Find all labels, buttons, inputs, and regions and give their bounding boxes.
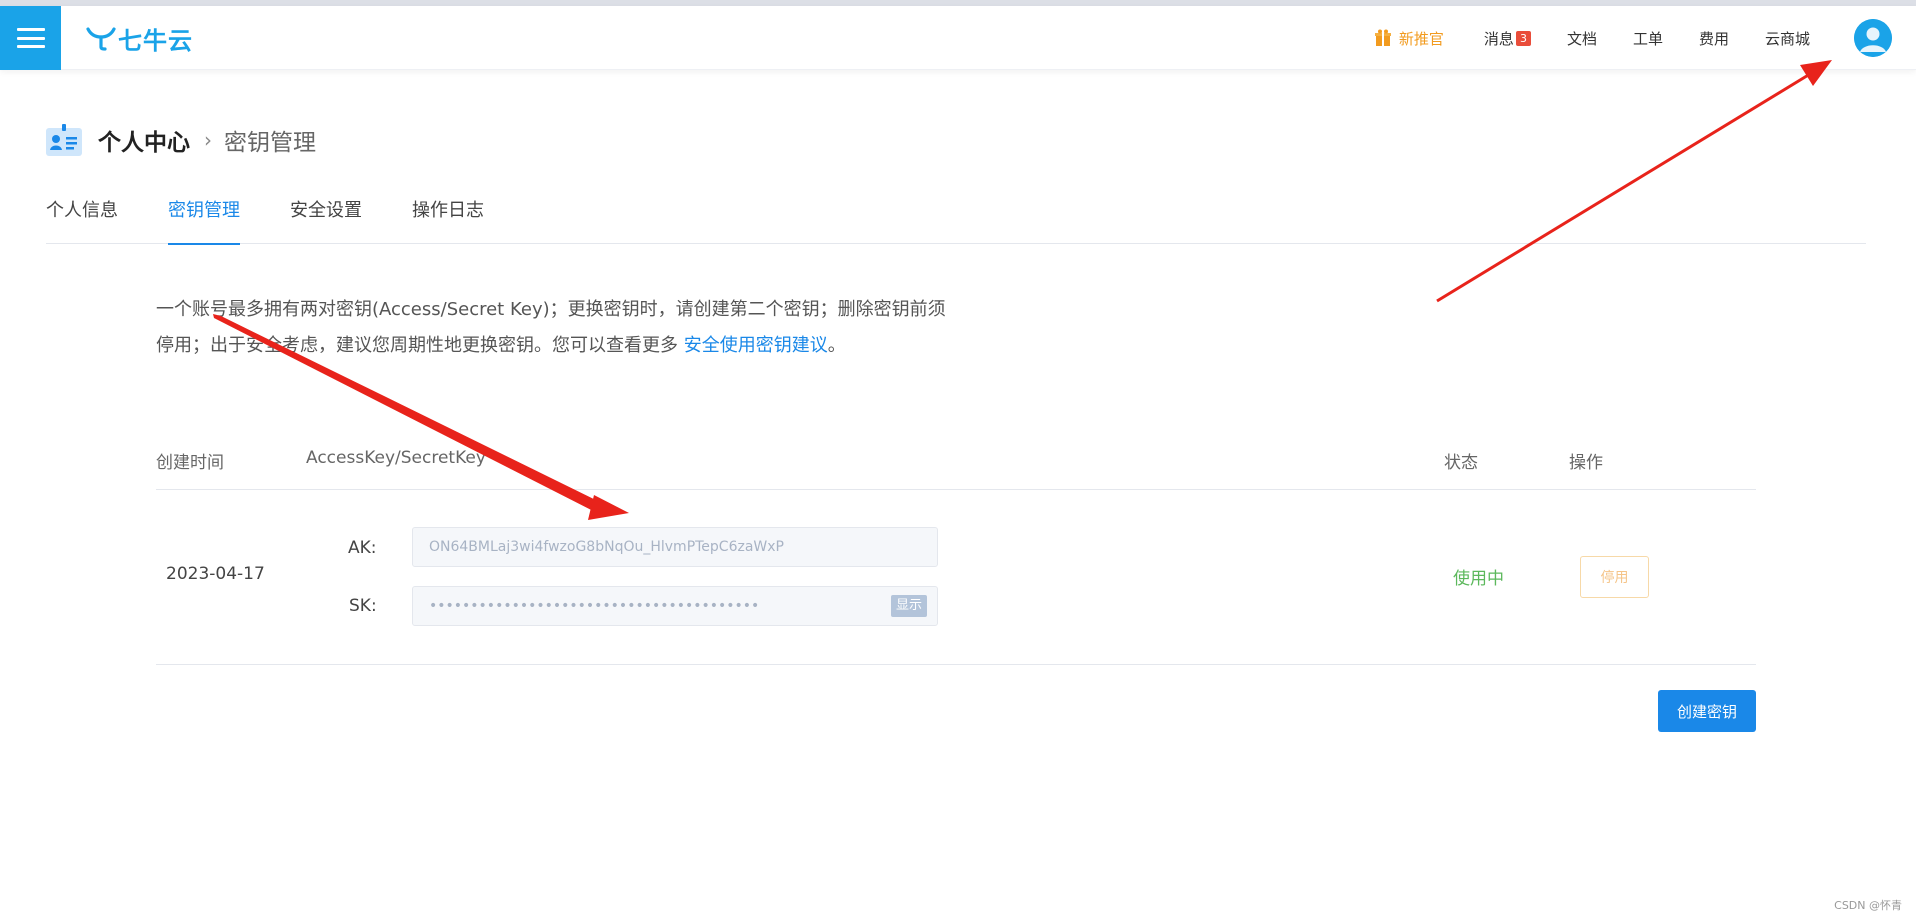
top-nav: 新推官 消息 3 文档 工单 费用 云商城 [1374,6,1916,70]
show-secret-button[interactable]: 显示 [890,595,927,617]
nav-tickets[interactable]: 工单 [1633,28,1663,49]
table-row: 2023-04-17 AK: ON64BMLaj3wi4fwzoG8bNqOu_… [156,490,1756,665]
column-status: 状态 [1444,453,1478,473]
chevron-right-icon: › [204,128,212,152]
secret-key-field[interactable]: ••••••••••••••••••••••••••••••••••••••••… [412,586,938,626]
security-advice-link[interactable]: 安全使用密钥建议 [684,335,828,356]
tab-personal-info[interactable]: 个人信息 [46,196,118,244]
status-badge: 使用中 [1453,569,1504,589]
top-header: 七牛云 新推官 消息 3 文档 工单 费用 云商城 [0,6,1916,70]
column-keys: AccessKey/SecretKey [306,448,486,468]
menu-button[interactable] [0,6,61,70]
nav-messages-label: 消息 [1483,29,1514,48]
id-card-icon [46,124,82,156]
nav-promo[interactable]: 新推官 [1374,28,1444,49]
tab-key-management[interactable]: 密钥管理 [168,196,240,245]
nav-docs[interactable]: 文档 [1567,28,1597,49]
secret-key-masked: •••••••••••••••••••••••••••••••••••••••• [429,598,760,614]
user-avatar[interactable] [1854,19,1892,57]
qiniu-logo-icon [86,27,116,51]
nav-billing[interactable]: 费用 [1699,28,1729,49]
create-key-button[interactable]: 创建密钥 [1658,690,1756,732]
logo[interactable]: 七牛云 [86,22,193,55]
disable-key-button[interactable]: 停用 [1580,556,1649,598]
access-key-value: ON64BMLaj3wi4fwzoG8bNqOu_HlvmPTepC6zaWxP [429,539,784,555]
column-created: 创建时间 [156,453,224,473]
created-date: 2023-04-17 [166,564,265,584]
messages-count-badge: 3 [1515,30,1531,46]
user-icon [1854,19,1892,57]
ak-label: AK: [348,538,377,558]
nav-messages[interactable]: 消息 3 [1484,28,1531,49]
key-notice: 一个账号最多拥有两对密钥(Access/Secret Key)；更换密钥时，请创… [156,292,946,364]
watermark: CSDN @怀青 [1834,899,1902,912]
gift-icon [1374,29,1391,46]
breadcrumb-current[interactable]: 个人中心 [98,123,190,157]
breadcrumb-sub: 密钥管理 [224,130,316,156]
nav-mall-label: 云商城 [1764,29,1810,48]
breadcrumb: 个人中心 › 密钥管理 [46,122,316,158]
column-actions: 操作 [1569,453,1603,473]
nav-mall[interactable]: 云商城 [1765,28,1810,49]
tab-operation-log[interactable]: 操作日志 [412,196,484,244]
tab-security-settings[interactable]: 安全设置 [290,196,362,244]
nav-billing-label: 费用 [1698,29,1729,48]
notice-tail: 。 [827,335,846,356]
sk-label: SK: [349,596,377,616]
nav-tickets-label: 工单 [1632,29,1663,48]
hamburger-icon [16,28,45,48]
logo-text: 七牛云 [118,26,193,55]
tab-bar: 个人信息 密钥管理 安全设置 操作日志 [46,196,1866,245]
nav-promo-label: 新推官 [1398,29,1444,48]
annotation-arrow-to-avatar [1436,60,1832,303]
access-key-field[interactable]: ON64BMLaj3wi4fwzoG8bNqOu_HlvmPTepC6zaWxP [412,527,938,567]
keys-table-header: 创建时间 AccessKey/SecretKey 状态 操作 [156,448,1756,490]
nav-docs-label: 文档 [1566,29,1597,48]
